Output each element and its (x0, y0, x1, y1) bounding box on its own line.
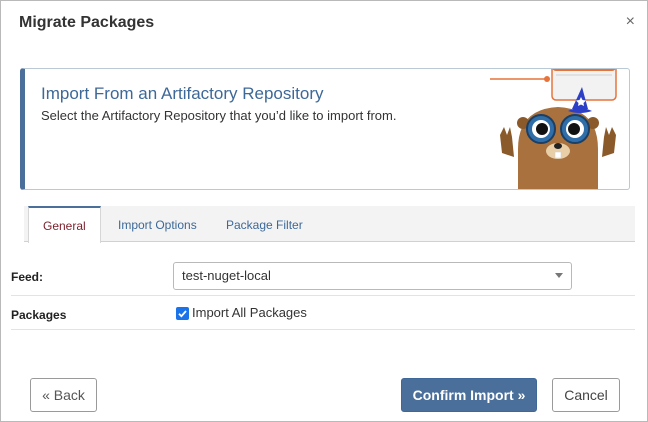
back-button[interactable]: « Back (30, 378, 97, 412)
mascot-wizard-illustration (490, 69, 617, 189)
feed-row: Feed: test-nuget-local (11, 262, 635, 296)
import-all-label[interactable]: Import All Packages (192, 305, 307, 320)
info-banner: Import From an Artifactory Repository Se… (20, 68, 630, 190)
feed-select[interactable]: test-nuget-local (173, 262, 572, 290)
dropdown-caret-icon (555, 273, 563, 278)
import-all-checkbox[interactable] (176, 307, 189, 320)
packages-row: Packages Import All Packages (11, 305, 635, 330)
banner-heading: Import From an Artifactory Repository (41, 84, 324, 103)
close-icon[interactable]: × (626, 13, 635, 31)
checkmark-icon (178, 310, 187, 318)
tab-general[interactable]: General (28, 206, 101, 243)
feed-label: Feed: (11, 270, 44, 284)
cancel-button[interactable]: Cancel (552, 378, 620, 412)
packages-label: Packages (11, 308, 67, 322)
dialog-title: Migrate Packages (19, 14, 155, 31)
banner-subheading: Select the Artifactory Repository that y… (41, 108, 397, 123)
feed-select-value: test-nuget-local (182, 268, 271, 283)
tab-package-filter[interactable]: Package Filter (226, 206, 303, 242)
confirm-import-button[interactable]: Confirm Import » (401, 378, 537, 412)
migrate-packages-dialog: Migrate Packages × Import From an Artifa… (0, 0, 648, 422)
tab-bar: General Import Options Package Filter (24, 206, 635, 243)
tab-import-options[interactable]: Import Options (118, 206, 197, 242)
